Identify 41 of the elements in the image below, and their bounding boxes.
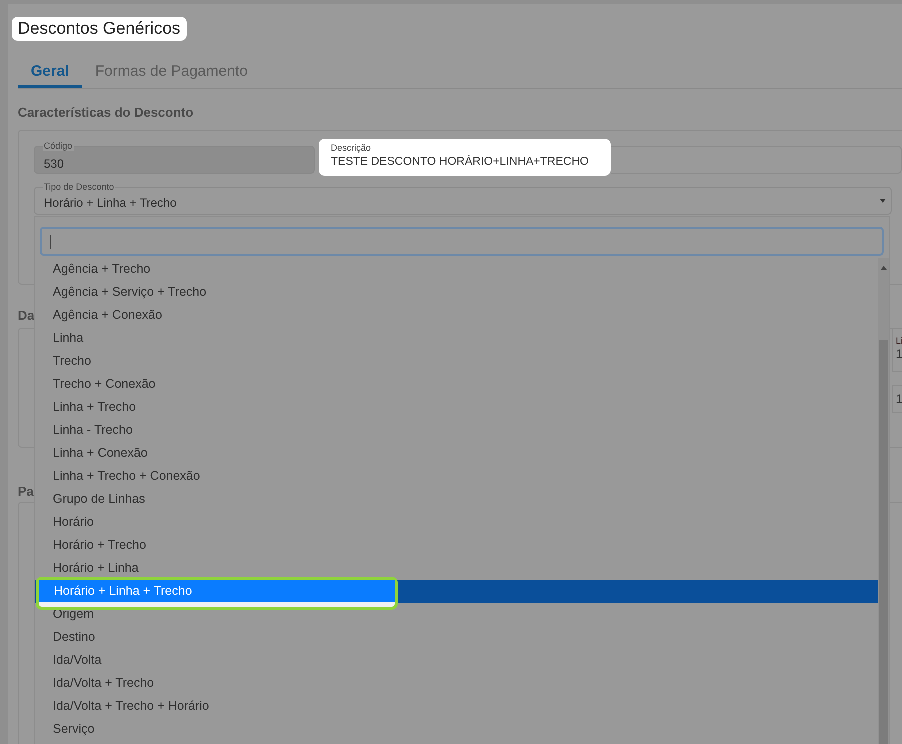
dropdown-option[interactable]: Linha - Trecho: [35, 419, 878, 442]
dropdown-option[interactable]: Horário + Trecho: [35, 534, 878, 557]
section-title: Pa: [18, 483, 34, 501]
dropdown-option[interactable]: Horário + Linha: [35, 557, 878, 580]
field-value: 530: [44, 157, 64, 171]
dropdown-option[interactable]: Agência + Serviço + Trecho: [35, 281, 878, 304]
field-label: Tipo de Desconto: [43, 182, 116, 192]
dropdown-option[interactable]: Destino: [35, 626, 878, 649]
tab[interactable]: Geral: [18, 57, 82, 88]
dropdown-option[interactable]: Linha + Trecho: [35, 396, 878, 419]
dropdown-option[interactable]: Horário + Linha + Trecho: [39, 580, 395, 602]
dropdown-option[interactable]: Horário: [35, 511, 878, 534]
field-value: 1: [896, 391, 902, 408]
field-label: Descrição: [331, 143, 372, 154]
dropdown-option[interactable]: Ida/Volta + Trecho: [35, 672, 878, 695]
dropdown-option[interactable]: Trecho + Conexão: [35, 373, 878, 396]
dropdown-option[interactable]: Linha + Trecho + Conexão: [35, 465, 878, 488]
dropdown-option[interactable]: Serviço: [35, 718, 878, 741]
scrollbar[interactable]: [878, 258, 889, 744]
description-field[interactable]: Descrição TESTE DESCONTO HORÁRIO+LINHA+TRECHO: [319, 139, 611, 176]
caret-icon: [880, 199, 886, 203]
dropdown-option[interactable]: Ida/Volta + Trecho + Horário: [35, 695, 878, 718]
dropdown-option[interactable]: Trecho: [35, 350, 878, 373]
section-title: Características do Desconto: [18, 104, 194, 122]
dropdown-option[interactable]: Linha + Conexão: [35, 442, 878, 465]
field-value: TESTE DESCONTO HORÁRIO+LINHA+TRECHO: [331, 154, 589, 170]
section-title: Da: [18, 307, 35, 325]
tab[interactable]: Formas de Pagamento: [82, 57, 261, 88]
field-value: 1: [896, 347, 902, 361]
field-value: Horário + Linha + Trecho: [44, 195, 178, 212]
dropdown-option[interactable]: Ida/Volta: [35, 649, 878, 672]
dropdown-option[interactable]: Origem: [35, 603, 878, 626]
search-field[interactable]: [40, 227, 884, 256]
scroll-up-icon[interactable]: [881, 266, 887, 270]
dropdown-option[interactable]: Agência + Trecho: [35, 258, 878, 281]
field-label: Código: [43, 141, 74, 151]
dropdown-option[interactable]: Agência + Conexão: [35, 304, 878, 327]
input-field[interactable]: 1: [892, 385, 902, 413]
dropdown-option[interactable]: Grupo de Linhas: [35, 488, 878, 511]
page-title: Descontos Genéricos: [12, 17, 187, 41]
dropdown-option[interactable]: Linha: [35, 327, 878, 350]
